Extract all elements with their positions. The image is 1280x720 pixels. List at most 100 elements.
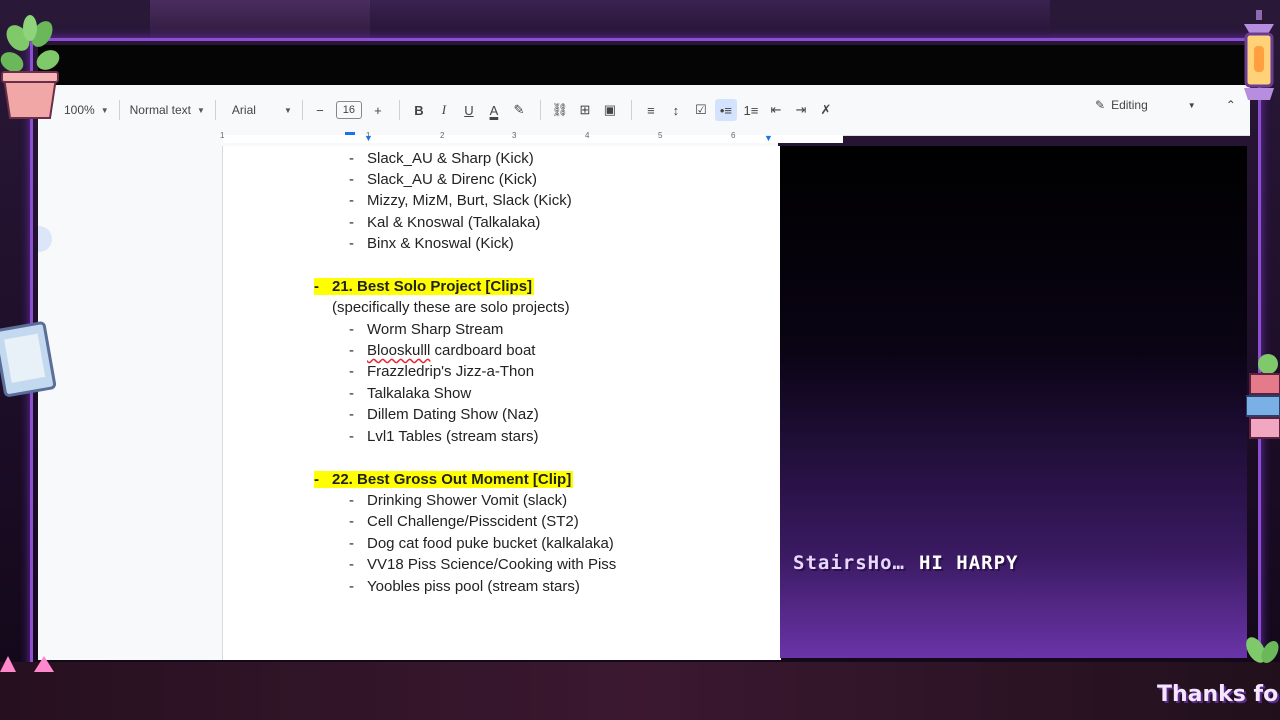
- list-item-text: Binx & Knoswal (Kick): [367, 235, 514, 252]
- books-icon: [1246, 354, 1280, 439]
- list-item: - Dillem Dating Show (Naz): [349, 406, 539, 423]
- document-page[interactable]: - Slack_AU & Sharp (Kick) - Slack_AU & Dir…: [222, 146, 781, 660]
- line-spacing-icon[interactable]: ↕: [665, 99, 687, 121]
- list-item-text: Slack_AU & Direnc (Kick): [367, 171, 538, 188]
- misspelled-word: Blooskulll: [367, 342, 431, 359]
- list-item: - Slack_AU & Sharp (Kick): [349, 150, 534, 167]
- docs-toolbar: 100% ▼ Normal text ▼ Arial ▼ − 16 + B I U A…: [38, 85, 1250, 136]
- potted-plant-icon: [0, 15, 60, 119]
- ruler-number: 6: [731, 131, 736, 140]
- font-select[interactable]: Arial ▼: [232, 98, 292, 122]
- list-item-text: Lvl1 Tables (stream stars): [367, 428, 539, 445]
- section-heading: -22. Best Gross Out Moment [Clip]: [314, 471, 574, 488]
- add-comment-icon[interactable]: ⊞: [574, 99, 596, 121]
- toolbar-divider: [214, 100, 216, 120]
- list-item: - Dog cat food puke bucket (kalkalaka): [349, 535, 614, 552]
- underline-button[interactable]: U: [458, 99, 480, 121]
- text-color-button[interactable]: A: [483, 99, 505, 121]
- list-item-text: Dog cat food puke bucket (kalkalaka): [367, 535, 614, 552]
- ruler-number: 2: [440, 131, 445, 140]
- list-item-text: Cell Challenge/Pisscident (ST2): [367, 513, 579, 530]
- cat-ears-icon: [0, 656, 54, 672]
- collapse-toolbar-icon[interactable]: ⌃: [1226, 98, 1236, 112]
- italic-button[interactable]: I: [433, 99, 455, 121]
- toolbar-divider: [539, 100, 541, 120]
- font-value: Arial: [231, 103, 256, 117]
- chat-message: StairsHo… HI HARPY: [793, 552, 1018, 574]
- list-item-text: VV18 Piss Science/Cooking with Piss: [367, 556, 617, 573]
- list-item: - Blooskulll cardboard boat: [349, 342, 536, 359]
- ruler-number: 4: [585, 131, 590, 140]
- clear-formatting-icon[interactable]: ✗: [815, 99, 837, 121]
- list-item-text: Worm Sharp Stream: [367, 321, 504, 338]
- align-left-icon[interactable]: ≡: [640, 99, 662, 121]
- section-note: (specifically these are solo projects): [332, 299, 570, 316]
- list-item-text: Talkalaka Show: [367, 385, 472, 402]
- list-item: - Mizzy, MizM, Burt, Slack (Kick): [349, 192, 572, 209]
- section-heading-text: 21. Best Solo Project [Clips]: [332, 278, 533, 295]
- right-indent-marker[interactable]: ▼: [764, 133, 773, 143]
- list-item: - Talkalaka Show: [349, 385, 472, 402]
- chat-text: HI HARPY: [918, 552, 1019, 574]
- chat-username: StairsHo…: [793, 552, 905, 574]
- list-item: - Kal & Knoswal (Talkalaka): [349, 214, 541, 231]
- list-item-text: Frazzledrip's Jizz-a-Thon: [367, 363, 535, 380]
- section-heading-text: 22. Best Gross Out Moment [Clip]: [332, 471, 572, 488]
- zoom-select[interactable]: 100% ▼: [64, 98, 109, 122]
- list-item-text: Yoobles piss pool (stream stars): [367, 578, 580, 595]
- section-heading: -21. Best Solo Project [Clips]: [314, 278, 535, 295]
- editing-mode-select[interactable]: ✎ Editing ▼ ⌃: [1095, 98, 1236, 112]
- chevron-down-icon: ▼: [100, 105, 109, 115]
- list-item: - Cell Challenge/Pisscident (ST2): [349, 513, 579, 530]
- ticker-text: Thanks fo: [1157, 682, 1279, 707]
- list-item-text: Dillem Dating Show (Naz): [367, 406, 539, 423]
- toolbar-divider: [398, 100, 400, 120]
- toolbar-divider: [630, 100, 632, 120]
- insert-image-icon[interactable]: ▣: [599, 99, 621, 121]
- bulleted-list-icon[interactable]: •≡: [714, 99, 737, 121]
- paragraph-style-select[interactable]: Normal text ▼: [130, 98, 205, 122]
- decrease-indent-icon[interactable]: ⇤: [765, 99, 787, 121]
- list-item-text: Mizzy, MizM, Burt, Slack (Kick): [367, 192, 572, 209]
- ruler-margin-area: [223, 135, 843, 143]
- decrease-font-size-button[interactable]: −: [309, 99, 331, 121]
- chevron-down-icon: ▼: [283, 105, 292, 115]
- list-item-text: cardboard boat: [430, 342, 536, 359]
- list-item: - Frazzledrip's Jizz-a-Thon: [349, 363, 535, 380]
- overlay-bottom-bar: [0, 662, 1280, 720]
- font-size-input[interactable]: 16: [335, 101, 362, 119]
- chevron-down-icon: ▼: [1187, 100, 1196, 110]
- horizontal-ruler[interactable]: 1 1 2 3 4 5 6 ▼ ▼: [38, 130, 843, 147]
- ruler-number: 1: [220, 131, 225, 140]
- editing-mode-label: Editing: [1111, 98, 1148, 112]
- left-indent-marker[interactable]: ▼: [364, 133, 373, 143]
- checklist-icon[interactable]: ☑: [690, 99, 712, 121]
- stream-camera-panel: StairsHo… HI HARPY: [780, 146, 1247, 658]
- highlight-pen-icon[interactable]: ✎: [508, 99, 530, 121]
- list-item: - Slack_AU & Direnc (Kick): [349, 171, 538, 188]
- ruler-number: 5: [658, 131, 663, 140]
- insert-link-icon[interactable]: ⛓: [549, 99, 571, 121]
- ceiling-beam: [150, 0, 370, 40]
- first-line-indent-marker[interactable]: [345, 132, 355, 135]
- list-item-text: Drinking Shower Vomit (slack): [367, 492, 568, 509]
- list-item: - Lvl1 Tables (stream stars): [349, 428, 539, 445]
- browser-title-bar: [38, 45, 1250, 85]
- zoom-value: 100%: [64, 103, 95, 117]
- lantern-icon: [1244, 10, 1274, 100]
- list-item: - VV18 Piss Science/Cooking with Piss: [349, 556, 617, 573]
- chevron-down-icon: ▼: [196, 105, 205, 115]
- ruler-number: 3: [512, 131, 517, 140]
- list-item-text: Slack_AU & Sharp (Kick): [367, 150, 534, 167]
- ceiling-beam: [370, 0, 1050, 40]
- paragraph-style-value: Normal text: [129, 103, 191, 117]
- increase-indent-icon[interactable]: ⇥: [790, 99, 812, 121]
- numbered-list-icon[interactable]: 1≡: [740, 99, 762, 121]
- list-item: - Drinking Shower Vomit (slack): [349, 492, 568, 509]
- increase-font-size-button[interactable]: +: [367, 99, 389, 121]
- leaf-plant-icon: [1246, 637, 1279, 663]
- list-item: - Yoobles piss pool (stream stars): [349, 578, 580, 595]
- bold-button[interactable]: B: [408, 99, 430, 121]
- list-item: - Worm Sharp Stream: [349, 321, 504, 338]
- toolbar-divider: [118, 100, 120, 120]
